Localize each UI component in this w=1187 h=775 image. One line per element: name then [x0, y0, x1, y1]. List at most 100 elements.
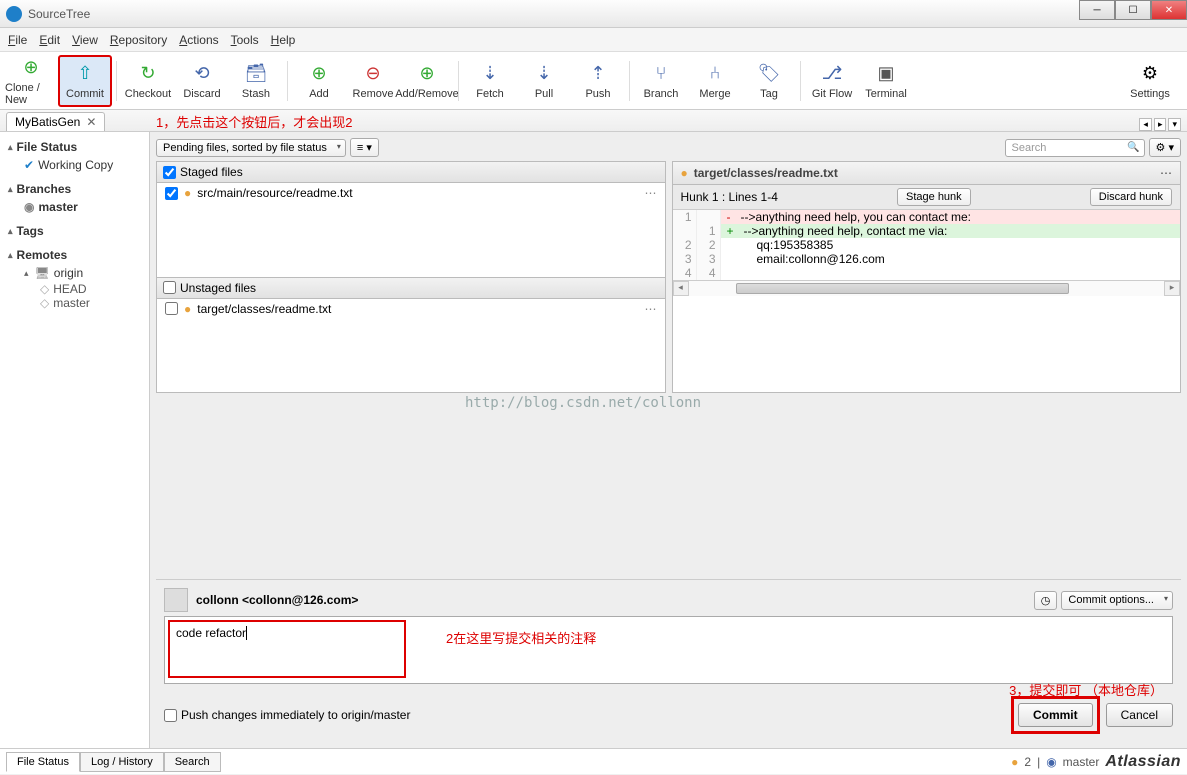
pending-files-dropdown[interactable]: Pending files, sorted by file status: [156, 139, 346, 157]
toolbar-clone-new[interactable]: ⊕Clone / New: [4, 55, 58, 107]
gear-icon: ⚙: [1138, 62, 1162, 86]
commit-button-highlight: Commit: [1011, 696, 1100, 734]
ref-icon: ◇: [40, 282, 49, 296]
staged-header: Staged files: [157, 162, 665, 183]
tool-icon: ⑃: [703, 62, 727, 86]
sidebar-remote-master[interactable]: ◇ master: [4, 296, 145, 310]
status-tab-file-status[interactable]: File Status: [6, 752, 80, 772]
tab-list[interactable]: ▾: [1168, 118, 1181, 131]
tab-prev[interactable]: ◂: [1139, 118, 1152, 131]
file-checkbox[interactable]: [165, 302, 178, 315]
toolbar-stash[interactable]: 🗃Stash: [229, 55, 283, 107]
tab-nav: ◂ ▸ ▾: [1139, 118, 1181, 131]
cancel-button[interactable]: Cancel: [1106, 703, 1173, 727]
unstaged-file-row[interactable]: ● target/classes/readme.txt ⋯: [157, 299, 665, 319]
diff-line: 1+ -->anything need help, contact me via…: [673, 224, 1181, 238]
modified-icon: ●: [184, 186, 191, 200]
unstaged-checkbox[interactable]: [163, 281, 176, 294]
sidebar-remotes[interactable]: Remotes: [4, 246, 145, 264]
modified-icon: ●: [681, 166, 688, 180]
close-button[interactable]: ✕: [1151, 0, 1187, 20]
tool-icon: ▣: [874, 62, 898, 86]
commit-message-input[interactable]: code refactor​: [164, 616, 1173, 684]
tool-icon: ⟲: [190, 62, 214, 86]
status-branch: master: [1063, 755, 1100, 769]
view-mode-button[interactable]: ≡ ▾: [350, 138, 379, 157]
repo-tab[interactable]: MyBatisGen ✕: [6, 112, 105, 131]
search-input[interactable]: Search: [1005, 139, 1145, 157]
status-tab-search[interactable]: Search: [164, 752, 221, 772]
toolbar-add-remove[interactable]: ⊕Add/Remove: [400, 55, 454, 107]
options-gear-button[interactable]: ⚙ ▾: [1149, 138, 1181, 157]
menu-repository[interactable]: Repository: [110, 33, 167, 47]
sidebar: File Status ✔ Working Copy Branches ◉ ma…: [0, 132, 150, 748]
sidebar-file-status[interactable]: File Status: [4, 138, 145, 156]
tool-icon: ⎇: [820, 62, 844, 86]
toolbar-add[interactable]: ⊕Add: [292, 55, 346, 107]
tool-icon: 🏷: [757, 62, 781, 86]
toolbar-tag[interactable]: 🏷Tag: [742, 55, 796, 107]
sidebar-tags[interactable]: Tags: [4, 222, 145, 240]
close-tab-icon[interactable]: ✕: [86, 115, 96, 129]
sidebar-remote-head[interactable]: ◇ HEAD: [4, 282, 145, 296]
toolbar-merge[interactable]: ⑃Merge: [688, 55, 742, 107]
diff-body: 1- -->anything need help, you can contac…: [673, 210, 1181, 280]
sidebar-remote-origin[interactable]: ▴ 🖥 origin: [4, 264, 145, 282]
tree-toggle-icon[interactable]: ▴: [24, 268, 29, 279]
tab-next[interactable]: ▸: [1154, 118, 1167, 131]
diff-panel: ● target/classes/readme.txt ⋯ Hunk 1 : L…: [672, 161, 1182, 393]
toolbar-terminal[interactable]: ▣Terminal: [859, 55, 913, 107]
tool-icon: 🗃: [244, 62, 268, 86]
menu-file[interactable]: File: [8, 33, 27, 47]
diff-line: 33 email:collonn@126.com: [673, 252, 1181, 266]
discard-hunk-button[interactable]: Discard hunk: [1090, 188, 1172, 206]
file-checkbox[interactable]: [165, 187, 178, 200]
sidebar-branch-master[interactable]: ◉ master: [4, 198, 145, 216]
maximize-button[interactable]: ☐: [1115, 0, 1151, 20]
diff-line: 1- -->anything need help, you can contac…: [673, 210, 1181, 224]
minimize-button[interactable]: ─: [1079, 0, 1115, 20]
menu-view[interactable]: View: [72, 33, 98, 47]
menu-help[interactable]: Help: [271, 33, 296, 47]
tool-icon: ⑂: [649, 62, 673, 86]
toolbar-git-flow[interactable]: ⎇Git Flow: [805, 55, 859, 107]
modified-icon: ●: [184, 302, 191, 316]
repo-tab-label: MyBatisGen: [15, 115, 80, 129]
file-menu-icon[interactable]: ⋯: [645, 186, 657, 200]
sidebar-branches[interactable]: Branches: [4, 180, 145, 198]
sidebar-working-copy[interactable]: ✔ Working Copy: [4, 156, 145, 174]
history-button[interactable]: ◷: [1034, 591, 1058, 610]
menu-edit[interactable]: Edit: [39, 33, 60, 47]
branch-icon: ◉: [24, 200, 34, 214]
toolbar-push[interactable]: ⇡Push: [571, 55, 625, 107]
file-list-panel: Staged files ● src/main/resource/readme.…: [156, 161, 666, 393]
toolbar-branch[interactable]: ⑂Branch: [634, 55, 688, 107]
titlebar: SourceTree ─ ☐ ✕: [0, 0, 1187, 28]
toolbar-pull[interactable]: ⇣Pull: [517, 55, 571, 107]
toolbar-commit[interactable]: ⇧Commit: [58, 55, 112, 107]
commit-button[interactable]: Commit: [1018, 703, 1093, 727]
brand-label: Atlassian: [1105, 753, 1181, 771]
menu-tools[interactable]: Tools: [231, 33, 259, 47]
status-tab-log[interactable]: Log / History: [80, 752, 164, 772]
branch-indicator-icon: ◉: [1046, 755, 1056, 769]
staged-checkbox[interactable]: [163, 166, 176, 179]
menu-actions[interactable]: Actions: [179, 33, 218, 47]
file-menu-icon[interactable]: ⋯: [645, 302, 657, 316]
stage-hunk-button[interactable]: Stage hunk: [897, 188, 971, 206]
settings-button[interactable]: ⚙ Settings: [1123, 55, 1177, 107]
toolbar-checkout[interactable]: ↻Checkout: [121, 55, 175, 107]
repo-tabbar: MyBatisGen ✕ ◂ ▸ ▾: [0, 110, 1187, 132]
commit-options-dropdown[interactable]: Commit options...: [1061, 591, 1173, 610]
push-immediately-checkbox[interactable]: Push changes immediately to origin/maste…: [164, 708, 410, 722]
toolbar-discard[interactable]: ⟲Discard: [175, 55, 229, 107]
tool-icon: ⊕: [415, 62, 439, 86]
toolbar-remove[interactable]: ⊖Remove: [346, 55, 400, 107]
app-icon: [6, 6, 22, 22]
staged-file-row[interactable]: ● src/main/resource/readme.txt ⋯: [157, 183, 665, 203]
tool-icon: ⇣: [532, 62, 556, 86]
diff-menu-icon[interactable]: ⋯: [1160, 166, 1172, 180]
horizontal-scrollbar[interactable]: ◂▸: [673, 280, 1181, 296]
filter-row: Pending files, sorted by file status ≡ ▾…: [156, 138, 1181, 157]
toolbar-fetch[interactable]: ⇣Fetch: [463, 55, 517, 107]
